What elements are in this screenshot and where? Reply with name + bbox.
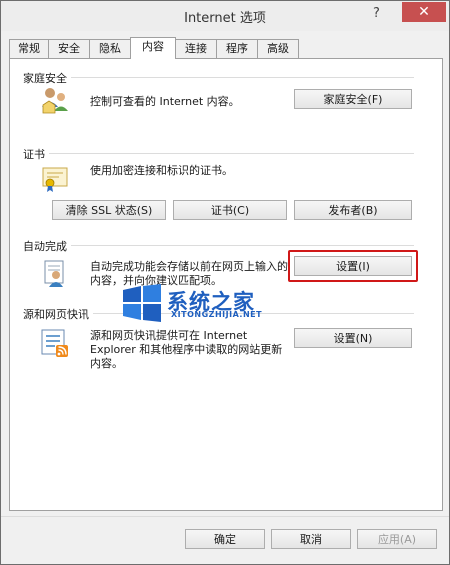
feeds-description-line1: 源和网页快讯提供可在 Internet — [90, 329, 248, 342]
help-button[interactable]: ? — [373, 6, 380, 21]
tab-security[interactable]: 安全 — [48, 39, 90, 58]
tab-content[interactable]: 内容 — [130, 37, 176, 59]
feeds-description-line3: 内容。 — [90, 357, 123, 370]
family-safety-icon — [42, 88, 68, 114]
footer-divider — [1, 516, 449, 517]
certificates-description: 使用加密连接和标识的证书。 — [90, 164, 233, 177]
feeds-icon — [41, 329, 68, 357]
family-safety-button[interactable]: 家庭安全(F) — [294, 89, 412, 109]
feeds-title: 源和网页快讯 — [23, 306, 93, 322]
close-button[interactable]: ✕ — [402, 2, 446, 22]
tab-privacy[interactable]: 隐私 — [89, 39, 131, 58]
tab-programs[interactable]: 程序 — [216, 39, 258, 58]
family-safety-description: 控制可查看的 Internet 内容。 — [90, 95, 240, 108]
feeds-divider — [89, 313, 414, 314]
title-bar: Internet 选项 ? ✕ — [1, 1, 449, 31]
family-safety-title: 家庭安全 — [23, 70, 71, 86]
autocomplete-title: 自动完成 — [23, 238, 71, 254]
internet-options-dialog: Internet 选项 ? ✕ 常规 安全 隐私 内容 连接 程序 高级 家庭安… — [0, 0, 450, 565]
apply-button[interactable]: 应用(A) — [357, 529, 437, 549]
feeds-settings-button[interactable]: 设置(N) — [294, 328, 412, 348]
certificates-divider — [39, 153, 414, 154]
family-safety-divider — [31, 77, 414, 78]
certificate-icon — [42, 167, 68, 192]
autocomplete-description-line1: 自动完成功能会存储以前在网页上输入的 — [90, 260, 288, 273]
tab-connections[interactable]: 连接 — [175, 39, 217, 58]
certificates-button[interactable]: 证书(C) — [173, 200, 287, 220]
autocomplete-description-line2: 内容，并向你建议匹配项。 — [90, 274, 222, 287]
publishers-button[interactable]: 发布者(B) — [294, 200, 412, 220]
tab-advanced[interactable]: 高级 — [257, 39, 299, 58]
cancel-button[interactable]: 取消 — [271, 529, 351, 549]
autocomplete-highlight-box — [288, 250, 418, 282]
certificates-title: 证书 — [23, 146, 49, 162]
tab-general[interactable]: 常规 — [9, 39, 49, 58]
content-tab-panel — [9, 58, 443, 511]
ok-button[interactable]: 确定 — [185, 529, 265, 549]
feeds-description-line2: Explorer 和其他程序中读取的网站更新 — [90, 343, 283, 356]
window-title: Internet 选项 — [184, 11, 266, 26]
autocomplete-divider — [65, 245, 414, 246]
autocomplete-icon — [44, 260, 64, 287]
clear-ssl-state-button[interactable]: 清除 SSL 状态(S) — [52, 200, 166, 220]
